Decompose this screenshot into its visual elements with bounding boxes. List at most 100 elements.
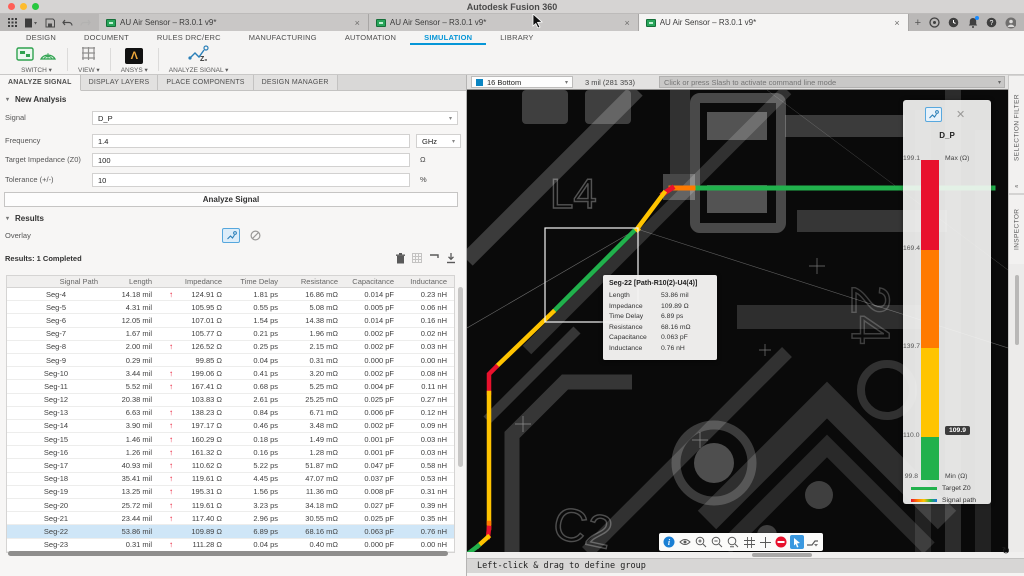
table-row[interactable]: Seg-6 12.05 mil ↑107.01 Ω 1.54 ps 14.38 … [7, 314, 454, 327]
zoom-in-icon[interactable] [694, 535, 708, 549]
table-view-icon[interactable] [412, 253, 422, 264]
app-grid-icon[interactable] [8, 18, 17, 27]
table-row[interactable]: Seg-8 2.00 mil ↑126.52 Ω 0.25 ps 2.15 mΩ… [7, 341, 454, 354]
ribbon-tab[interactable]: SIMULATION [410, 31, 486, 45]
status-text: Left-click & drag to define group [477, 561, 646, 571]
document-tab[interactable]: AU Air Sensor – R3.0.1 v9* × [639, 14, 909, 31]
column-header[interactable]: Impedance [159, 277, 229, 286]
origin-crosshair-icon[interactable] [758, 535, 772, 549]
canvas-horizontal-scrollbar[interactable] [752, 553, 812, 557]
ribbon-tab[interactable]: DOCUMENT [70, 31, 143, 45]
table-row[interactable]: Seg-15 1.46 mil ↑160.29 Ω 0.18 ps 1.49 m… [7, 433, 454, 446]
job-status-icon[interactable] [929, 17, 940, 28]
tab-close-icon[interactable]: × [354, 18, 361, 28]
panel-tab[interactable]: DISPLAY LAYERS [81, 75, 159, 90]
user-avatar[interactable] [1005, 17, 1016, 28]
toolbar-group-view[interactable]: VIEW ▾ [68, 45, 110, 74]
overlay-signal-toggle[interactable] [222, 228, 240, 243]
redo-icon[interactable] [80, 18, 91, 27]
panel-tab[interactable]: ANALYZE SIGNAL [0, 75, 81, 91]
export-download-icon[interactable] [446, 253, 456, 264]
ribbon-tab[interactable]: LIBRARY [486, 31, 547, 45]
orbit-icon[interactable]: ↻ [1002, 546, 1010, 557]
layer-select[interactable]: 16 Bottom ▾ [471, 76, 573, 88]
table-row[interactable]: Seg-23 0.31 mil ↑111.28 Ω 0.04 ps 0.40 m… [7, 539, 454, 552]
legend-close-icon[interactable]: ✕ [956, 108, 965, 121]
legend-signal-toggle[interactable] [925, 107, 942, 122]
route-tool-icon[interactable] [806, 535, 820, 549]
panel-tab[interactable]: DESIGN MANAGER [254, 75, 338, 90]
new-analysis-section-header[interactable]: ▾ New Analysis [0, 93, 466, 105]
table-row[interactable]: Seg-18 35.41 mil ↑119.61 Ω 4.45 ps 47.07… [7, 473, 454, 486]
ribbon-tab[interactable]: MANUFACTURING [235, 31, 331, 45]
column-header[interactable]: Length [105, 277, 159, 286]
dock-scrollbar[interactable] [1015, 275, 1019, 345]
command-line-input[interactable] [659, 76, 1005, 88]
toolbar-group-analyze-signal[interactable]: Z₀ ANALYZE SIGNAL ▾ [159, 45, 239, 74]
table-row[interactable]: Seg-16 1.26 mil ↑161.32 Ω 0.16 ps 1.28 m… [7, 446, 454, 459]
undo-icon[interactable] [62, 18, 73, 27]
table-row[interactable]: Seg-13 6.63 mil ↑138.23 Ω 0.84 ps 6.71 m… [7, 407, 454, 420]
table-row[interactable]: Seg-17 40.93 mil ↑110.62 Ω 5.22 ps 51.87… [7, 459, 454, 472]
new-tab-button[interactable]: + [915, 17, 921, 29]
save-icon[interactable] [45, 18, 55, 28]
tab-close-icon[interactable]: × [893, 18, 900, 28]
grid-toggle-icon[interactable] [742, 535, 756, 549]
toolbar-group-ansys[interactable]: Λ ANSYS ▾ [111, 45, 158, 74]
selection-filter-tab[interactable]: SELECTION FILTER [1009, 75, 1024, 180]
cell-resistance: 51.87 mΩ [285, 461, 345, 470]
column-header[interactable]: Inductance [401, 277, 454, 286]
file-menu-icon[interactable] [24, 18, 38, 28]
delete-results-icon[interactable] [396, 253, 405, 264]
table-row[interactable]: Seg-14 3.90 mil ↑197.17 Ω 0.46 ps 3.48 m… [7, 420, 454, 433]
tolerance-input[interactable]: 10 [92, 173, 410, 187]
select-cursor-icon[interactable] [790, 535, 804, 549]
table-row[interactable]: Seg-9 0.29 mil ↑99.85 Ω 0.04 ps 0.31 mΩ … [7, 354, 454, 367]
cell-resistance: 2.15 mΩ [285, 342, 345, 351]
dock-collapse-icon[interactable]: « [1009, 180, 1024, 194]
frequency-unit-select[interactable]: GHz ▾ [416, 134, 461, 148]
frequency-input[interactable]: 1.4 [92, 134, 410, 148]
document-tab[interactable]: AU Air Sensor – R3.0.1 v9* × [99, 14, 369, 31]
column-header[interactable]: Capacitance [345, 277, 401, 286]
table-row[interactable]: Seg-7 1.67 mil ↑105.77 Ω 0.21 ps 1.96 mΩ… [7, 328, 454, 341]
table-vertical-scrollbar[interactable] [458, 287, 463, 467]
visibility-eye-icon[interactable] [678, 535, 692, 549]
signal-select[interactable]: D_P ▾ [92, 111, 458, 125]
column-header[interactable]: Signal Path [7, 277, 105, 286]
table-row[interactable]: Seg-5 4.31 mil ↑105.95 Ω 0.55 ps 5.08 mΩ… [7, 301, 454, 314]
tab-close-icon[interactable]: × [623, 18, 630, 28]
stop-restrict-icon[interactable] [774, 535, 788, 549]
table-row[interactable]: Seg-10 3.44 mil ↑199.06 Ω 0.41 ps 3.20 m… [7, 367, 454, 380]
panel-tab[interactable]: PLACE COMPONENTS [158, 75, 253, 90]
measure-probe-icon[interactable] [429, 253, 439, 264]
zoom-out-icon[interactable] [710, 535, 724, 549]
column-header[interactable]: Resistance [285, 277, 345, 286]
ribbon-tab[interactable]: AUTOMATION [331, 31, 410, 45]
ribbon-tab[interactable]: RULES DRC/ERC [143, 31, 235, 45]
table-row[interactable]: Seg-21 23.44 mil ↑117.40 Ω 2.96 ps 30.55… [7, 512, 454, 525]
zoom-window-icon[interactable] [726, 535, 740, 549]
table-row[interactable]: Seg-20 25.72 mil ↑119.61 Ω 3.23 ps 34.18… [7, 499, 454, 512]
table-row[interactable]: Seg-12 20.38 mil ↑103.83 Ω 2.61 ps 25.25… [7, 394, 454, 407]
inspector-tab[interactable]: INSPECTOR [1009, 194, 1024, 264]
table-row[interactable]: Seg-22 53.86 mil ↑109.89 Ω 6.89 ps 68.16… [7, 525, 454, 538]
table-row[interactable]: Seg-19 13.25 mil ↑195.31 Ω 1.56 ps 11.36… [7, 486, 454, 499]
notifications-bell-icon[interactable] [967, 17, 978, 28]
help-icon[interactable]: ? [986, 17, 997, 28]
results-section-header[interactable]: ▾ Results [0, 212, 466, 224]
overlay-none-toggle[interactable] [246, 228, 264, 243]
ribbon-tab[interactable]: DESIGN [12, 31, 70, 45]
extensions-clock-icon[interactable] [948, 17, 959, 28]
table-row[interactable]: Seg-11 5.52 mil ↑167.41 Ω 0.68 ps 5.25 m… [7, 380, 454, 393]
document-tab[interactable]: AU Air Sensor – R3.0.1 v9* × [369, 14, 639, 31]
scale-segment-red [921, 160, 939, 250]
table-row[interactable]: Seg-4 14.18 mil ↑124.91 Ω 1.81 ps 16.86 … [7, 288, 454, 301]
column-header[interactable]: Time Delay [229, 277, 285, 286]
toolbar-group-switch[interactable]: SWITCH ▾ [6, 45, 67, 74]
table-horizontal-scrollbar[interactable] [8, 551, 448, 556]
target-impedance-input[interactable]: 100 [92, 153, 410, 167]
pcb-viewport[interactable]: L4 C2 24 [467, 90, 1008, 552]
analyze-signal-button[interactable]: Analyze Signal [4, 192, 458, 207]
info-tool-button[interactable]: i [662, 535, 676, 549]
